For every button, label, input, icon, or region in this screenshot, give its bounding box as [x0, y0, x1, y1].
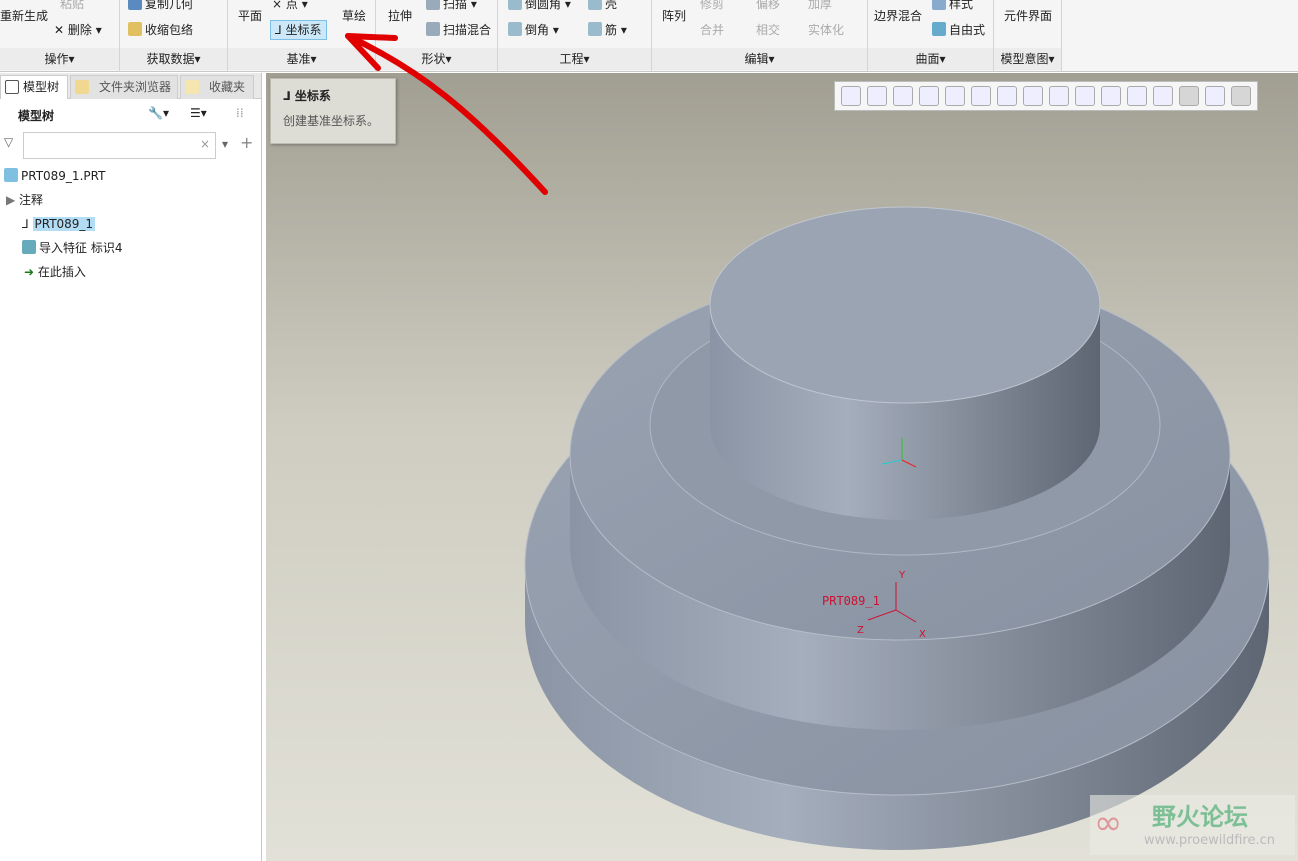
csys-label: PRT089_1: [822, 594, 880, 608]
datum-display-icon[interactable]: [1075, 86, 1095, 106]
watermark: ∞ 野火论坛 www.proewildfire.cn: [1090, 795, 1295, 855]
axis-z-label: Z: [857, 625, 864, 636]
axis-display-icon[interactable]: [1127, 86, 1147, 106]
display-style-icon[interactable]: [945, 86, 965, 106]
csys-display-icon[interactable]: [1179, 86, 1199, 106]
section-icon[interactable]: [1049, 86, 1069, 106]
tooltip: ⅃ 坐标系 创建基准坐标系。: [270, 78, 396, 144]
model-graphic: PRT089_1 Y Z X: [345, 33, 1270, 850]
zoom-in-icon[interactable]: [867, 86, 887, 106]
annotation-display-icon[interactable]: [1205, 86, 1225, 106]
top-cap: [709, 206, 1101, 520]
perspective-icon[interactable]: [1023, 86, 1043, 106]
watermark-title: 野火论坛: [1152, 803, 1248, 831]
tooltip-description: 创建基准坐标系。: [283, 114, 380, 128]
zoom-out-icon[interactable]: [893, 86, 913, 106]
plane-display-icon[interactable]: [1101, 86, 1121, 106]
watermark-url: www.proewildfire.cn: [1144, 833, 1275, 848]
saved-orientations-icon[interactable]: [971, 86, 991, 106]
logo-icon: ∞: [1094, 803, 1123, 843]
refit-icon[interactable]: [841, 86, 861, 106]
axis-y-label: Y: [898, 570, 906, 581]
csys-icon: ⅃: [283, 89, 295, 103]
view-toolbar: [834, 81, 1258, 111]
view-manager-icon[interactable]: [997, 86, 1017, 106]
repaint-icon[interactable]: [919, 86, 939, 106]
spin-center-icon[interactable]: [1231, 86, 1251, 106]
point-display-icon[interactable]: [1153, 86, 1173, 106]
axis-x-label: X: [919, 629, 926, 640]
